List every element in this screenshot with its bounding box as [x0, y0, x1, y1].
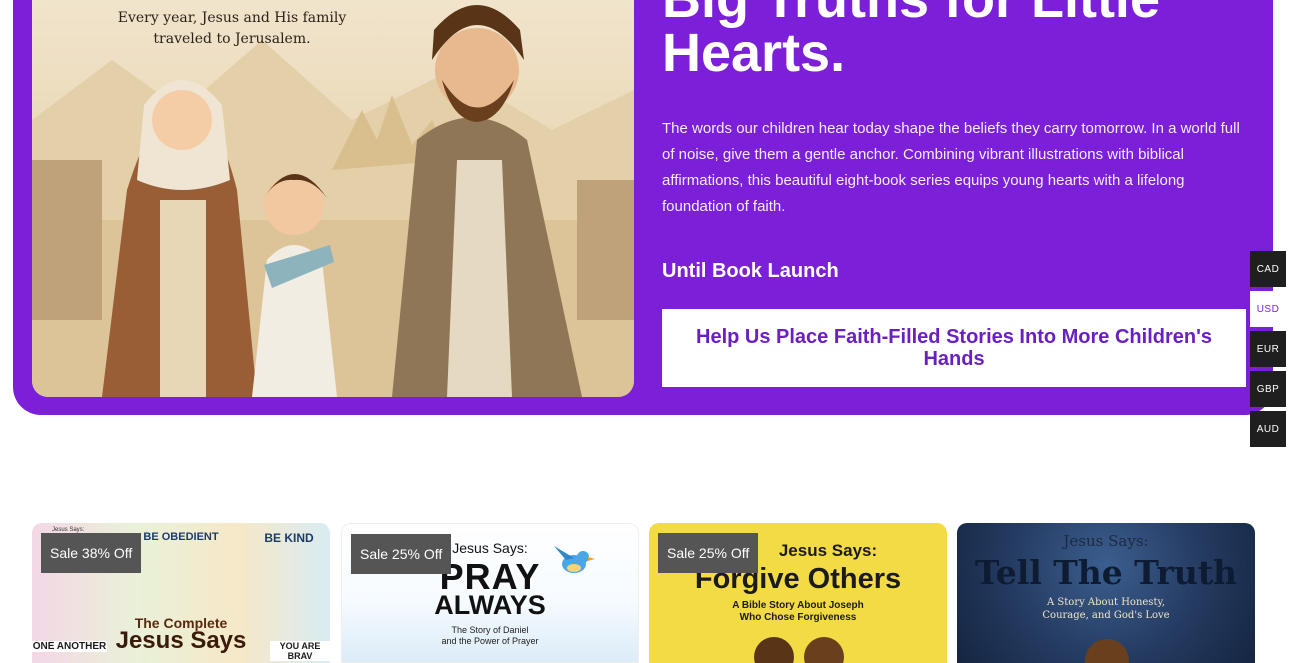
product-card-forgive-others[interactable]: Jesus Says: Forgive Others A Bible Story…: [649, 523, 947, 663]
sale-badge: Sale 25% Off: [658, 533, 759, 573]
sale-badge: Sale 38% Off: [41, 533, 142, 573]
donate-cta-button[interactable]: Help Us Place Faith-Filled Stories Into …: [662, 309, 1246, 387]
cover-label: A Bible Story About Joseph: [732, 600, 864, 611]
currency-option-aud[interactable]: AUD: [1250, 411, 1286, 447]
hero-description: The words our children hear today shape …: [662, 120, 1240, 215]
product-grid: Jesus Says: BE OBEDIENT BE KIND The Comp…: [32, 523, 1255, 663]
cover-label: YOU ARE BRAV: [270, 641, 330, 661]
illustration-caption-line2: traveled to Jerusalem.: [153, 31, 311, 47]
cover-label: The Story of Daniel: [451, 625, 529, 635]
hero-illustration: Every year, Jesus and His family travele…: [32, 0, 634, 397]
cover-label: ALWAYS: [434, 590, 546, 620]
product-card-pray-always[interactable]: Jesus Says: PRAY ALWAYS The Story of Dan…: [341, 523, 639, 663]
launch-countdown-label: Until Book Launch: [662, 260, 839, 282]
sale-badge: Sale 25% Off: [351, 534, 452, 574]
cover-label: Tell The Truth: [974, 553, 1238, 592]
illustration-caption-line1: Every year, Jesus and His family: [117, 10, 347, 26]
cover-illustration: [754, 637, 844, 663]
currency-option-gbp[interactable]: GBP: [1250, 371, 1286, 407]
hero-title: Big Truths for Little Hearts.: [662, 0, 1262, 80]
cover-label: BE KIND: [264, 531, 314, 545]
hero-illustration-art: [32, 5, 634, 397]
bluebird-illustration: [554, 546, 595, 573]
currency-switcher: CAD USD EUR GBP AUD: [1250, 251, 1286, 451]
currency-option-usd[interactable]: USD: [1250, 291, 1286, 327]
product-card-tell-the-truth[interactable]: Jesus Says: Tell The Truth A Story About…: [957, 523, 1255, 663]
currency-option-eur[interactable]: EUR: [1250, 331, 1286, 367]
hero-title-line2: Hearts.: [662, 23, 846, 83]
cover-label: Who Chose Forgiveness: [739, 612, 857, 623]
cover-label: Jesus Says:: [1063, 532, 1149, 550]
currency-option-cad[interactable]: CAD: [1250, 251, 1286, 287]
cover-label: Courage, and God's Love: [1042, 610, 1170, 621]
cover-illustration: [1085, 639, 1129, 663]
illustration-caption: Every year, Jesus and His family travele…: [32, 8, 432, 50]
cover-label: A Story About Honesty,: [1047, 597, 1165, 608]
product-card-complete-set[interactable]: Jesus Says: BE OBEDIENT BE KIND The Comp…: [32, 523, 330, 663]
cover-label: and the Power of Prayer: [441, 636, 539, 646]
cover-label: ONE ANOTHER: [32, 641, 107, 652]
